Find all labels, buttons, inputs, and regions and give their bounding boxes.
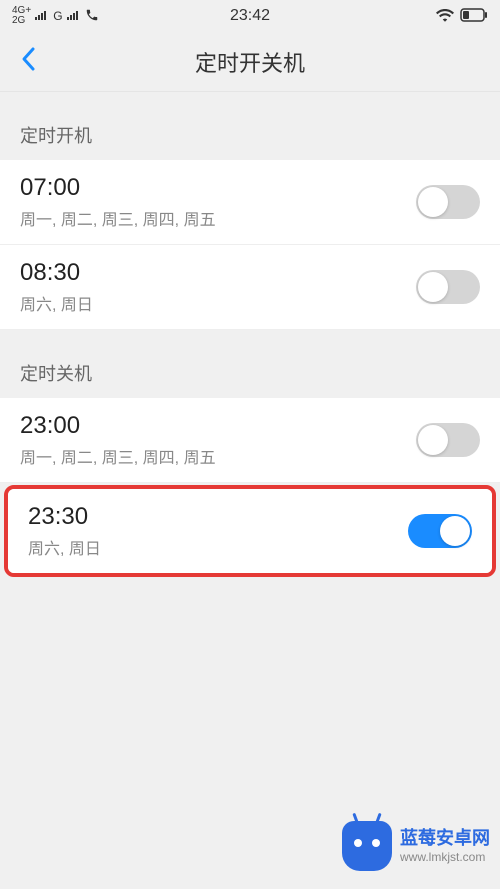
- battery-icon: [460, 8, 488, 25]
- phone-icon: [85, 8, 99, 25]
- schedule-days: 周一, 周二, 周三, 周四, 周五: [20, 206, 216, 230]
- network-2g: 2G: [12, 16, 31, 26]
- schedule-days: 周六, 周日: [20, 291, 93, 315]
- network-g: G: [53, 9, 62, 23]
- chevron-left-icon: [20, 46, 36, 72]
- status-right: [436, 8, 488, 25]
- signal-bars-icon-2: [67, 9, 81, 23]
- schedule-time: 07:00: [20, 174, 216, 202]
- section-header-power-on: 定时开机: [0, 92, 500, 160]
- schedule-row-power-on-0[interactable]: 07:00 周一, 周二, 周三, 周四, 周五: [0, 160, 500, 245]
- toggle-power-on-1[interactable]: [416, 270, 480, 304]
- watermark: 蓝莓安卓网 www.lmkjst.com: [342, 821, 490, 871]
- toggle-power-off-0[interactable]: [416, 423, 480, 457]
- watermark-title: 蓝莓安卓网: [400, 828, 490, 850]
- back-button[interactable]: [12, 38, 44, 85]
- signal-bars-icon: [35, 9, 49, 23]
- status-left: 4G+ 2G G: [12, 6, 99, 26]
- highlighted-row: 23:30 周六, 周日: [4, 485, 496, 577]
- status-time: 23:42: [230, 7, 270, 25]
- toggle-power-off-1[interactable]: [408, 514, 472, 548]
- watermark-url: www.lmkjst.com: [400, 850, 490, 864]
- status-bar: 4G+ 2G G 23:42: [0, 0, 500, 32]
- page-title: 定时开关机: [195, 46, 305, 78]
- section-header-power-off: 定时关机: [0, 330, 500, 398]
- watermark-mascot-icon: [342, 821, 392, 871]
- header: 定时开关机: [0, 32, 500, 92]
- schedule-row-power-on-1[interactable]: 08:30 周六, 周日: [0, 245, 500, 330]
- schedule-row-power-off-1[interactable]: 23:30 周六, 周日: [8, 489, 492, 573]
- schedule-time: 08:30: [20, 259, 93, 287]
- schedule-days: 周六, 周日: [28, 535, 101, 559]
- schedule-time: 23:00: [20, 412, 216, 440]
- schedule-days: 周一, 周二, 周三, 周四, 周五: [20, 444, 216, 468]
- schedule-time: 23:30: [28, 503, 101, 531]
- wifi-icon: [436, 8, 454, 25]
- toggle-power-on-0[interactable]: [416, 185, 480, 219]
- schedule-row-power-off-0[interactable]: 23:00 周一, 周二, 周三, 周四, 周五: [0, 398, 500, 483]
